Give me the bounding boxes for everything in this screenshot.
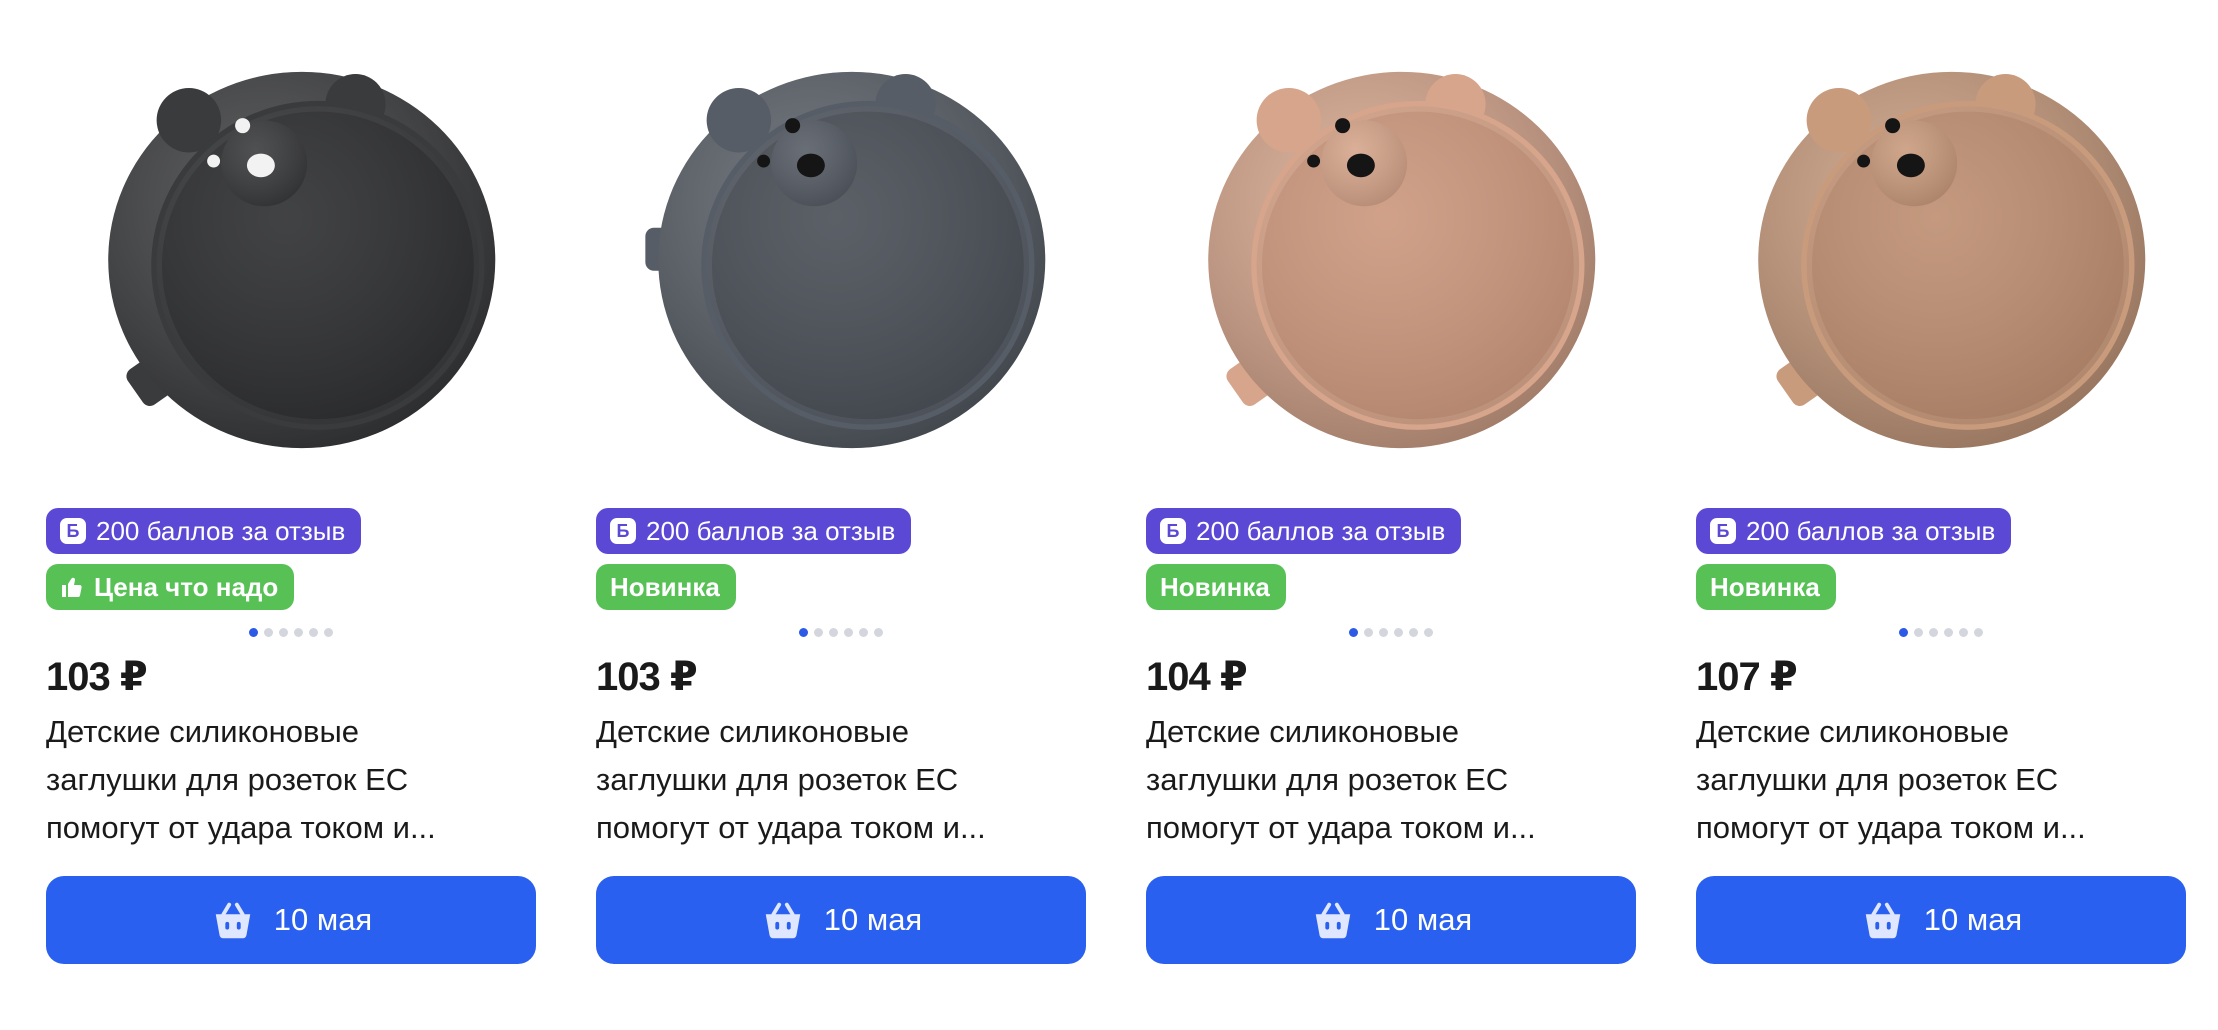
pagination-dot[interactable] — [1364, 628, 1373, 637]
points-icon: Б — [1160, 518, 1186, 544]
title-line: помогут от удара током и... — [1146, 810, 1536, 845]
points-badge-label: 200 баллов за отзыв — [1196, 515, 1446, 546]
pagination-dot[interactable] — [279, 628, 288, 637]
add-to-cart-button[interactable]: 10 мая — [596, 876, 1086, 964]
pagination-dot[interactable] — [1959, 628, 1968, 637]
pagination-dot[interactable] — [1379, 628, 1388, 637]
pagination-dot[interactable] — [1914, 628, 1923, 637]
pagination-dot[interactable] — [1899, 628, 1908, 637]
badges: Б 200 баллов за отзыв Цена что надо — [46, 508, 536, 610]
product-card[interactable]: Б 200 баллов за отзыв Новинка 104 ₽ Детс… — [1146, 30, 1636, 964]
points-icon: Б — [1710, 518, 1736, 544]
delivery-date: 10 мая — [1923, 902, 2023, 937]
socket-cover-image — [1208, 71, 1596, 449]
title-line: помогут от удара током и... — [1696, 810, 2086, 845]
tag-badge: Новинка — [1696, 564, 1836, 610]
pagination-dot[interactable] — [324, 628, 333, 637]
pagination-dot[interactable] — [1944, 628, 1953, 637]
badges: Б 200 баллов за отзыв Новинка — [1146, 508, 1636, 610]
points-icon: Б — [60, 518, 86, 544]
pagination-dot[interactable] — [1394, 628, 1403, 637]
tag-badge: Цена что надо — [46, 564, 295, 610]
badges: Б 200 баллов за отзыв Новинка — [596, 508, 1086, 610]
basket-icon — [765, 902, 801, 939]
title-line: Детские силиконовые — [46, 714, 360, 749]
points-badge: Б 200 баллов за отзыв — [46, 508, 362, 554]
points-badge-label: 200 баллов за отзыв — [646, 515, 896, 546]
tag-badge-label: Новинка — [610, 571, 720, 602]
points-badge-label: 200 баллов за отзыв — [1746, 515, 1996, 546]
delivery-date: 10 мая — [823, 902, 923, 937]
title-line: помогут от удара током и... — [46, 810, 436, 845]
product-card[interactable]: Б 200 баллов за отзыв Цена что надо 103 … — [46, 30, 536, 964]
product-price: 103 ₽ — [596, 655, 698, 699]
basket-icon — [1865, 902, 1901, 939]
product-image[interactable] — [46, 30, 536, 490]
pagination-dot[interactable] — [264, 628, 273, 637]
pagination-dot[interactable] — [829, 628, 838, 637]
add-to-cart-button[interactable]: 10 мая — [46, 876, 536, 964]
product-card[interactable]: Б 200 баллов за отзыв Новинка 107 ₽ Детс… — [1696, 30, 2186, 964]
product-price: 107 ₽ — [1696, 655, 1798, 699]
pagination-dot[interactable] — [1349, 628, 1358, 637]
tag-badge-label: Цена что надо — [94, 571, 279, 602]
delivery-date: 10 мая — [1373, 902, 1473, 937]
points-badge: Б 200 баллов за отзыв — [1696, 508, 2012, 554]
pagination-dot[interactable] — [294, 628, 303, 637]
title-line: Детские силиконовые — [596, 714, 910, 749]
thumbs-up-icon — [62, 577, 82, 598]
basket-icon — [1315, 902, 1351, 939]
product-title[interactable]: Детские силиконовые заглушки для розеток… — [1146, 708, 1636, 852]
image-pagination[interactable] — [1146, 628, 1636, 638]
image-pagination[interactable] — [1696, 628, 2186, 638]
image-pagination[interactable] — [596, 628, 1086, 638]
title-line: заглушки для розеток ЕС — [46, 762, 409, 797]
pagination-dot[interactable] — [1974, 628, 1983, 637]
basket-icon — [215, 902, 251, 939]
title-line: Детские силиконовые — [1146, 714, 1460, 749]
pagination-dot[interactable] — [844, 628, 853, 637]
delivery-date: 10 мая — [273, 902, 373, 937]
product-image[interactable] — [1146, 30, 1636, 490]
product-title[interactable]: Детские силиконовые заглушки для розеток… — [596, 708, 1086, 852]
add-to-cart-button[interactable]: 10 мая — [1146, 876, 1636, 964]
product-title[interactable]: Детские силиконовые заглушки для розеток… — [1696, 708, 2186, 852]
points-icon: Б — [610, 518, 636, 544]
pagination-dot[interactable] — [309, 628, 318, 637]
pagination-dot[interactable] — [1424, 628, 1433, 637]
product-price: 104 ₽ — [1146, 655, 1248, 699]
points-badge: Б 200 баллов за отзыв — [596, 508, 912, 554]
product-card[interactable]: Б 200 баллов за отзыв Новинка 103 ₽ Детс… — [596, 30, 1086, 964]
tag-badge-label: Новинка — [1160, 571, 1270, 602]
pagination-dot[interactable] — [249, 628, 258, 637]
pagination-dot[interactable] — [1929, 628, 1938, 637]
title-line: помогут от удара током и... — [596, 810, 986, 845]
socket-cover-image — [645, 71, 1046, 449]
tag-badge: Новинка — [596, 564, 736, 610]
product-image[interactable] — [596, 30, 1086, 490]
points-badge-label: 200 баллов за отзыв — [96, 515, 346, 546]
pagination-dot[interactable] — [814, 628, 823, 637]
product-grid: Б 200 баллов за отзыв Цена что надо 103 … — [46, 30, 2186, 964]
title-line: заглушки для розеток ЕС — [596, 762, 959, 797]
title-line: Детские силиконовые — [1696, 714, 2010, 749]
product-price: 103 ₽ — [46, 655, 148, 699]
add-to-cart-button[interactable]: 10 мая — [1696, 876, 2186, 964]
pagination-dot[interactable] — [1409, 628, 1418, 637]
points-badge: Б 200 баллов за отзыв — [1146, 508, 1462, 554]
badges: Б 200 баллов за отзыв Новинка — [1696, 508, 2186, 610]
tag-badge-label: Новинка — [1710, 571, 1820, 602]
socket-cover-image — [1758, 71, 2146, 449]
title-line: заглушки для розеток ЕС — [1696, 762, 2059, 797]
title-line: заглушки для розеток ЕС — [1146, 762, 1509, 797]
product-title[interactable]: Детские силиконовые заглушки для розеток… — [46, 708, 536, 852]
pagination-dot[interactable] — [874, 628, 883, 637]
product-image[interactable] — [1696, 30, 2186, 490]
socket-cover-image — [108, 71, 496, 449]
pagination-dot[interactable] — [799, 628, 808, 637]
pagination-dot[interactable] — [859, 628, 868, 637]
image-pagination[interactable] — [46, 628, 536, 638]
tag-badge: Новинка — [1146, 564, 1286, 610]
